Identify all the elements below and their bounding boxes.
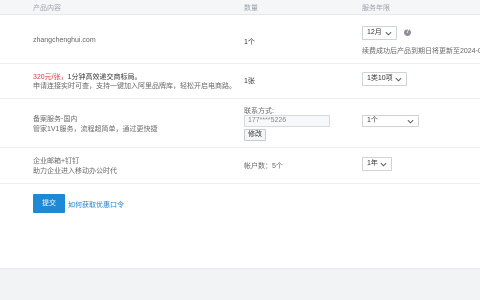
chevron-down-icon xyxy=(385,31,392,36)
trademark-desc1: 1分钟高效递交商标局。 xyxy=(67,74,142,81)
table-row-domain: zhangchenghui.com 1个 12月 ? 续费成功后产品到期日将更新… xyxy=(0,15,480,64)
chevron-down-icon xyxy=(407,119,414,124)
domain-name: zhangchenghui.com xyxy=(33,37,96,44)
table-row-mail: 企业邮箱+钉钉 助力企业进入移动办公时代 帐户数：5个 1年 xyxy=(0,148,480,184)
mail-desc: 助力企业进入移动办公时代 xyxy=(33,168,117,175)
domain-term-value: 12月 xyxy=(367,29,382,36)
chevron-down-icon xyxy=(395,77,402,82)
header-qty: 数量 xyxy=(244,5,258,12)
mail-title: 企业邮箱+钉钉 xyxy=(33,158,80,165)
domain-renew-note: 续费成功后产品到期日将更新至2024-0 xyxy=(362,48,480,55)
coupon-help-link[interactable]: 如何获取优惠口令 xyxy=(68,200,124,210)
beian-desc: 管家1V1服务，流程超简单，通过更快捷 xyxy=(33,126,158,133)
header-term: 服务年限 xyxy=(362,5,390,12)
header-product: 产品内容 xyxy=(33,5,61,12)
submit-button[interactable]: 提交 xyxy=(33,194,65,213)
trademark-price: 320元/张， xyxy=(33,74,68,81)
domain-qty: 1个 xyxy=(244,39,255,46)
table-row-trademark: 320元/张，1分钟高效递交商标局。 申请连接实时可查，支持一键加入阿里品牌库，… xyxy=(0,64,480,99)
modify-contact-button[interactable]: 修改 xyxy=(244,129,266,141)
beian-term-value: 1个 xyxy=(367,117,378,124)
chevron-down-icon xyxy=(380,162,387,167)
trademark-term-value: 1类10项 xyxy=(367,75,393,82)
table-header: 产品内容 数量 服务年限 xyxy=(0,0,480,15)
table-row-beian: 备案服务-国内 管家1V1服务，流程超简单，通过更快捷 联系方式: 177***… xyxy=(0,99,480,148)
beian-term-select[interactable]: 1个 xyxy=(362,115,419,127)
mail-account-count: 帐户数：5个 xyxy=(244,163,283,170)
trademark-qty: 1张 xyxy=(244,78,255,85)
mail-term-value: 1年 xyxy=(367,160,378,167)
domain-term-select[interactable]: 12月 xyxy=(362,26,397,40)
help-icon[interactable]: ? xyxy=(404,29,411,36)
order-panel: 产品内容 数量 服务年限 zhangchenghui.com 1个 12月 ? … xyxy=(0,0,480,269)
trademark-desc2: 申请连接实时可查，支持一键加入阿里品牌库，轻松开启电商路。 xyxy=(33,83,236,90)
trademark-term-select[interactable]: 1类10项 xyxy=(362,72,407,86)
beian-title: 备案服务-国内 xyxy=(33,116,78,123)
contact-input[interactable]: 177****5226 xyxy=(244,115,330,127)
mail-term-select[interactable]: 1年 xyxy=(362,157,392,171)
